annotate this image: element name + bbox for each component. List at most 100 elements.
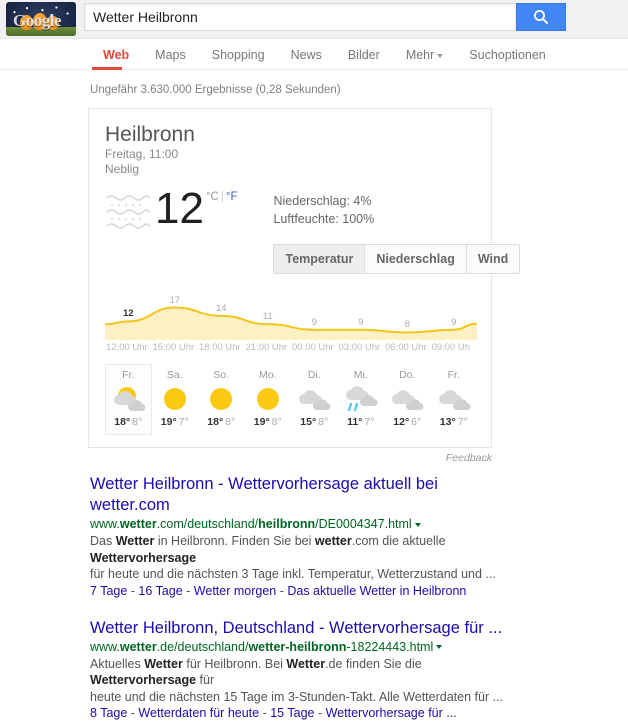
forecast-high: 13°	[440, 416, 456, 428]
forecast-day-name: So.	[199, 369, 244, 382]
forecast-high: 11°	[347, 416, 362, 428]
forecast-high: 18°	[114, 416, 130, 428]
unit-fahrenheit[interactable]: °F	[226, 191, 238, 203]
unit-separator: |	[221, 191, 224, 203]
url-dropdown-icon[interactable]	[436, 645, 442, 649]
search-result: Wetter Heilbronn - Wettervorhersage aktu…	[90, 474, 520, 600]
forecast-day[interactable]: Fr. 18°8°	[105, 364, 152, 435]
google-doodle-logo[interactable]: Google	[6, 2, 76, 36]
forecast-low: 6°	[411, 416, 421, 428]
forecast-temperatures: 11°7°	[339, 416, 384, 429]
sunny-icon	[206, 384, 236, 414]
chart-point-label: 12	[123, 308, 134, 319]
result-title[interactable]: Wetter Heilbronn, Deutschland - Wettervo…	[90, 618, 520, 639]
sitelink[interactable]: Das aktuelle Wetter in Heilbronn	[287, 584, 466, 598]
forecast-high: 18°	[207, 416, 223, 428]
url-prefix: www.	[90, 517, 120, 531]
tab-news[interactable]: News	[278, 48, 335, 69]
cloudy-icon	[437, 386, 471, 412]
fog-icon	[105, 193, 151, 235]
temperature-chart[interactable]: 121714119989	[105, 288, 477, 340]
tab-suchoptionen[interactable]: Suchoptionen	[456, 48, 558, 69]
forecast-day[interactable]: Di.15°8°	[291, 364, 338, 435]
sitelink[interactable]: 15 Tage	[270, 706, 314, 720]
sitelink[interactable]: 7 Tage	[90, 584, 127, 598]
forecast-temperatures: 19°8°	[246, 416, 291, 429]
forecast-temperatures: 18°8°	[106, 416, 151, 429]
precipitation-value: Niederschlag: 4%	[273, 192, 520, 210]
sitelink[interactable]: Wettervorhersage für ...	[326, 706, 457, 720]
forecast-day[interactable]: Fr.13°7°	[431, 364, 478, 435]
forecast-weather-icon	[153, 384, 198, 414]
search-nav-tabs: Web Maps Shopping News Bilder Mehr Sucho…	[0, 39, 628, 70]
forecast-day-name: Fr.	[432, 369, 477, 382]
result-title[interactable]: Wetter Heilbronn - Wettervorhersage aktu…	[90, 474, 520, 516]
sitelink[interactable]: 8 Tage	[90, 706, 127, 720]
forecast-day-name: Fr.	[106, 369, 151, 382]
result-stats: Ungefähr 3.630.000 Ergebnisse (0,28 Seku…	[90, 84, 628, 96]
tab-bilder[interactable]: Bilder	[335, 48, 393, 69]
forecast-day-name: Sa.	[153, 369, 198, 382]
forecast-day[interactable]: So. 18°8°	[198, 364, 245, 435]
forecast-day[interactable]: Mi.11°7°	[338, 364, 385, 435]
feedback-link[interactable]: Feedback	[0, 452, 492, 464]
tab-mehr[interactable]: Mehr	[393, 48, 456, 69]
sitelink-separator: -	[127, 706, 138, 720]
chart-point-label: 9	[451, 317, 456, 328]
sitelink-separator: -	[127, 584, 138, 598]
unit-toggle[interactable]: °C|°F	[206, 191, 238, 203]
sitelink[interactable]: 16 Tage	[138, 584, 182, 598]
weather-details: Niederschlag: 4% Luftfeuchte: 100% Tempe…	[273, 192, 520, 274]
tab-web[interactable]: Web	[90, 48, 142, 69]
forecast-temperatures: 19°7°	[153, 416, 198, 429]
tab-maps-label: Maps	[155, 48, 186, 62]
tab-maps[interactable]: Maps	[142, 48, 199, 69]
weather-datetime: Freitag, 11:00	[105, 147, 475, 162]
forecast-low: 8°	[132, 416, 142, 428]
humidity-value: Luftfeuchte: 100%	[273, 210, 520, 228]
forecast-day[interactable]: Do.12°6°	[384, 364, 431, 435]
url-suffix: /DE0004347.html	[315, 517, 412, 531]
snippet-bold: Wettervorhersage	[90, 673, 196, 687]
forecast-weather-icon	[385, 384, 430, 414]
tab-shopping-label: Shopping	[212, 48, 265, 62]
tab-web-label: Web	[103, 48, 129, 62]
forecast-low: 8°	[225, 416, 235, 428]
snippet-bold: Wetter	[116, 534, 155, 548]
unit-celsius[interactable]: °C	[206, 191, 219, 203]
chart-point-label: 17	[169, 295, 180, 306]
snippet-text: für heute und die nächsten 3 Tage inkl. …	[90, 567, 496, 581]
toggle-wind[interactable]: Wind	[467, 245, 519, 273]
chart-x-tick-label: 15:00 Uhr	[153, 342, 195, 353]
toggle-niederschlag[interactable]: Niederschlag	[365, 245, 467, 273]
forecast-weather-icon	[199, 384, 244, 414]
forecast-day[interactable]: Sa. 19°7°	[152, 364, 199, 435]
chart-point-label: 14	[216, 303, 227, 314]
rain-icon	[344, 383, 378, 415]
search-area	[84, 3, 564, 31]
tab-suchoptionen-label: Suchoptionen	[469, 48, 545, 62]
result-snippet: Aktuelles Wetter für Heilbronn. Bei Wett…	[90, 656, 520, 706]
sitelink[interactable]: Wetterdaten für heute	[138, 706, 259, 720]
url-bold-domain: wetter	[120, 517, 157, 531]
snippet-text: für Heilbronn. Bei	[183, 657, 287, 671]
snippet-bold: Wettervorhersage	[90, 551, 196, 565]
tab-shopping[interactable]: Shopping	[199, 48, 278, 69]
toggle-temperatur[interactable]: Temperatur	[274, 245, 365, 273]
chart-x-tick-label: 12:00 Uhr	[106, 342, 148, 353]
sunny-icon	[160, 384, 190, 414]
partly-sunny-icon	[111, 385, 145, 413]
forecast-day[interactable]: Mo.19°8°	[245, 364, 292, 435]
forecast-weather-icon	[292, 384, 337, 414]
tab-bilder-label: Bilder	[348, 48, 380, 62]
weather-city: Heilbronn	[105, 123, 475, 147]
search-box[interactable]	[84, 3, 515, 31]
url-dropdown-icon[interactable]	[415, 523, 421, 527]
forecast-weather-icon	[432, 384, 477, 414]
search-input[interactable]	[85, 4, 515, 30]
sitelink[interactable]: Wetter morgen	[194, 584, 276, 598]
search-result: Wetter Heilbronn, Deutschland - Wettervo…	[90, 618, 520, 722]
active-tab-underline	[92, 67, 122, 70]
chart-point-label: 9	[358, 317, 363, 328]
search-button[interactable]	[516, 3, 566, 31]
